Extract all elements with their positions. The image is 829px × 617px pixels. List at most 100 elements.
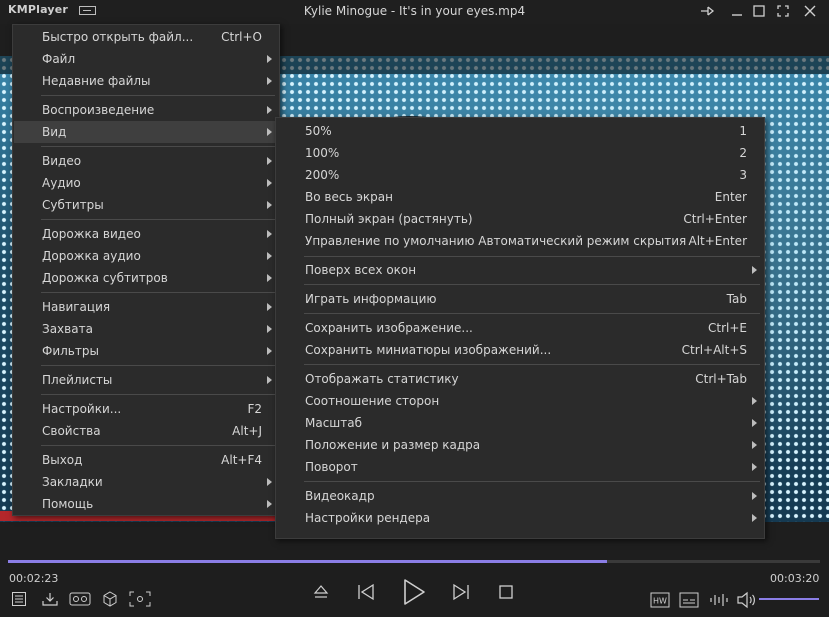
menu-item-label: Во весь экран — [305, 190, 393, 204]
menu-item-filters[interactable]: Фильтры — [14, 340, 278, 362]
menu-item-label: Управление по умолчанию Автоматический р… — [305, 234, 687, 248]
svg-text:HW: HW — [653, 597, 667, 606]
menu-item-shortcut: 3 — [739, 168, 747, 182]
menu-item-label: Соотношение сторон — [305, 394, 440, 408]
seek-bar[interactable] — [8, 560, 820, 563]
eject-icon[interactable] — [312, 583, 330, 601]
fullscreen-icon[interactable] — [774, 2, 792, 20]
menu-item-bookmarks[interactable]: Закладки — [14, 471, 278, 493]
submenu-item-rotation[interactable]: Поворот — [277, 456, 763, 478]
submenu-item-aspect-ratio[interactable]: Соотношение сторон — [277, 390, 763, 412]
chevron-right-icon — [267, 201, 272, 209]
menu-item-label: Настройки рендера — [305, 511, 431, 525]
submenu-item-save-image[interactable]: Сохранить изображение... Ctrl+E — [277, 317, 763, 339]
menu-item-help[interactable]: Помощь — [14, 493, 278, 515]
chevron-right-icon — [267, 128, 272, 136]
3d-cube-icon[interactable] — [101, 590, 119, 608]
menu-item-properties[interactable]: Свойства Alt+J — [14, 420, 278, 442]
close-icon[interactable] — [801, 2, 819, 20]
current-time: 00:02:23 — [9, 572, 59, 585]
menu-item-label: Аудио — [42, 176, 81, 190]
capture-icon[interactable] — [129, 591, 151, 607]
menu-item-shortcut: Alt+F4 — [221, 453, 262, 467]
minimize-icon[interactable] — [728, 2, 746, 20]
menu-item-audio-track[interactable]: Дорожка аудио — [14, 245, 278, 267]
submenu-item-frame-position-size[interactable]: Положение и размер кадра — [277, 434, 763, 456]
menu-item-label: Файл — [42, 52, 76, 66]
menu-item-shortcut: Alt+J — [232, 424, 262, 438]
menu-item-exit[interactable]: Выход Alt+F4 — [14, 449, 278, 471]
menu-separator — [41, 146, 275, 147]
submenu-item-save-thumbnails[interactable]: Сохранить миниатюры изображений... Ctrl+… — [277, 339, 763, 361]
hw-accel-icon[interactable]: HW — [650, 592, 670, 608]
next-icon[interactable] — [451, 583, 471, 601]
submenu-item-video-frame[interactable]: Видеокадр — [277, 485, 763, 507]
menu-item-video[interactable]: Видео — [14, 150, 278, 172]
chevron-right-icon — [752, 463, 757, 471]
total-time: 00:03:20 — [770, 572, 820, 585]
chevron-right-icon — [752, 441, 757, 449]
volume-slider-level — [759, 598, 819, 600]
menu-separator — [41, 95, 275, 96]
chevron-right-icon — [752, 492, 757, 500]
menu-item-navigation[interactable]: Навигация — [14, 296, 278, 318]
submenu-item-zoom-100[interactable]: 100% 2 — [277, 142, 763, 164]
previous-icon[interactable] — [356, 583, 376, 601]
menu-item-label: Отображать статистику — [305, 372, 459, 386]
vr-icon[interactable] — [69, 592, 91, 606]
menu-item-capture[interactable]: Захвата — [14, 318, 278, 340]
chevron-right-icon — [267, 347, 272, 355]
submenu-item-show-stats[interactable]: Отображать статистику Ctrl+Tab — [277, 368, 763, 390]
chevron-right-icon — [752, 397, 757, 405]
menu-item-shortcut: Ctrl+Alt+S — [681, 343, 747, 357]
submenu-item-fullscreen-stretch[interactable]: Полный экран (растянуть) Ctrl+Enter — [277, 208, 763, 230]
menu-item-shortcut: Ctrl+Enter — [683, 212, 747, 226]
submenu-item-fit-screen[interactable]: Во весь экран Enter — [277, 186, 763, 208]
download-icon[interactable] — [41, 591, 59, 607]
playlist-icon[interactable] — [11, 591, 27, 607]
menu-item-audio[interactable]: Аудио — [14, 172, 278, 194]
equalizer-icon[interactable] — [709, 592, 729, 608]
menu-separator — [304, 284, 760, 285]
chevron-right-icon — [267, 303, 272, 311]
chevron-right-icon — [267, 77, 272, 85]
menu-item-shortcut: Tab — [726, 292, 747, 306]
stop-icon[interactable] — [498, 584, 514, 600]
submenu-item-always-on-top[interactable]: Поверх всех окон — [277, 259, 763, 281]
menu-item-subtitles[interactable]: Субтитры — [14, 194, 278, 216]
chevron-right-icon — [267, 55, 272, 63]
chevron-right-icon — [752, 514, 757, 522]
chevron-right-icon — [267, 252, 272, 260]
submenu-item-auto-hide-controls[interactable]: Управление по умолчанию Автоматический р… — [277, 230, 763, 252]
chevron-right-icon — [267, 325, 272, 333]
menu-item-label: Плейлисты — [42, 373, 113, 387]
menu-item-label: Воспроизведение — [42, 103, 155, 117]
menu-item-quick-open[interactable]: Быстро открыть файл... Ctrl+O — [14, 26, 278, 48]
submenu-item-scale[interactable]: Масштаб — [277, 412, 763, 434]
menu-item-file[interactable]: Файл — [14, 48, 278, 70]
menu-item-recent-files[interactable]: Недавние файлы — [14, 70, 278, 92]
volume-slider[interactable] — [759, 598, 819, 600]
menu-item-playlists[interactable]: Плейлисты — [14, 369, 278, 391]
submenu-item-zoom-200[interactable]: 200% 3 — [277, 164, 763, 186]
menu-separator — [304, 256, 760, 257]
menu-item-video-track[interactable]: Дорожка видео — [14, 223, 278, 245]
play-icon[interactable] — [401, 578, 427, 606]
subtitles-icon[interactable] — [679, 592, 699, 608]
context-menu: Быстро открыть файл... Ctrl+O Файл Недав… — [12, 24, 280, 516]
menu-item-settings[interactable]: Настройки... F2 — [14, 398, 278, 420]
chevron-right-icon — [267, 376, 272, 384]
pin-icon[interactable] — [698, 2, 716, 20]
maximize-icon[interactable] — [750, 2, 768, 20]
volume-icon[interactable] — [736, 591, 756, 609]
menu-item-view[interactable]: Вид — [14, 121, 278, 143]
menu-item-subtitle-track[interactable]: Дорожка субтитров — [14, 267, 278, 289]
menu-item-label: Видео — [42, 154, 82, 168]
submenu-item-render-settings[interactable]: Настройки рендера — [277, 507, 763, 529]
submenu-item-play-info[interactable]: Играть информацию Tab — [277, 288, 763, 310]
menu-separator — [304, 364, 760, 365]
menu-item-playback[interactable]: Воспроизведение — [14, 99, 278, 121]
menu-separator — [41, 219, 275, 220]
submenu-item-zoom-50[interactable]: 50% 1 — [277, 120, 763, 142]
seek-bar-progress — [8, 560, 608, 563]
